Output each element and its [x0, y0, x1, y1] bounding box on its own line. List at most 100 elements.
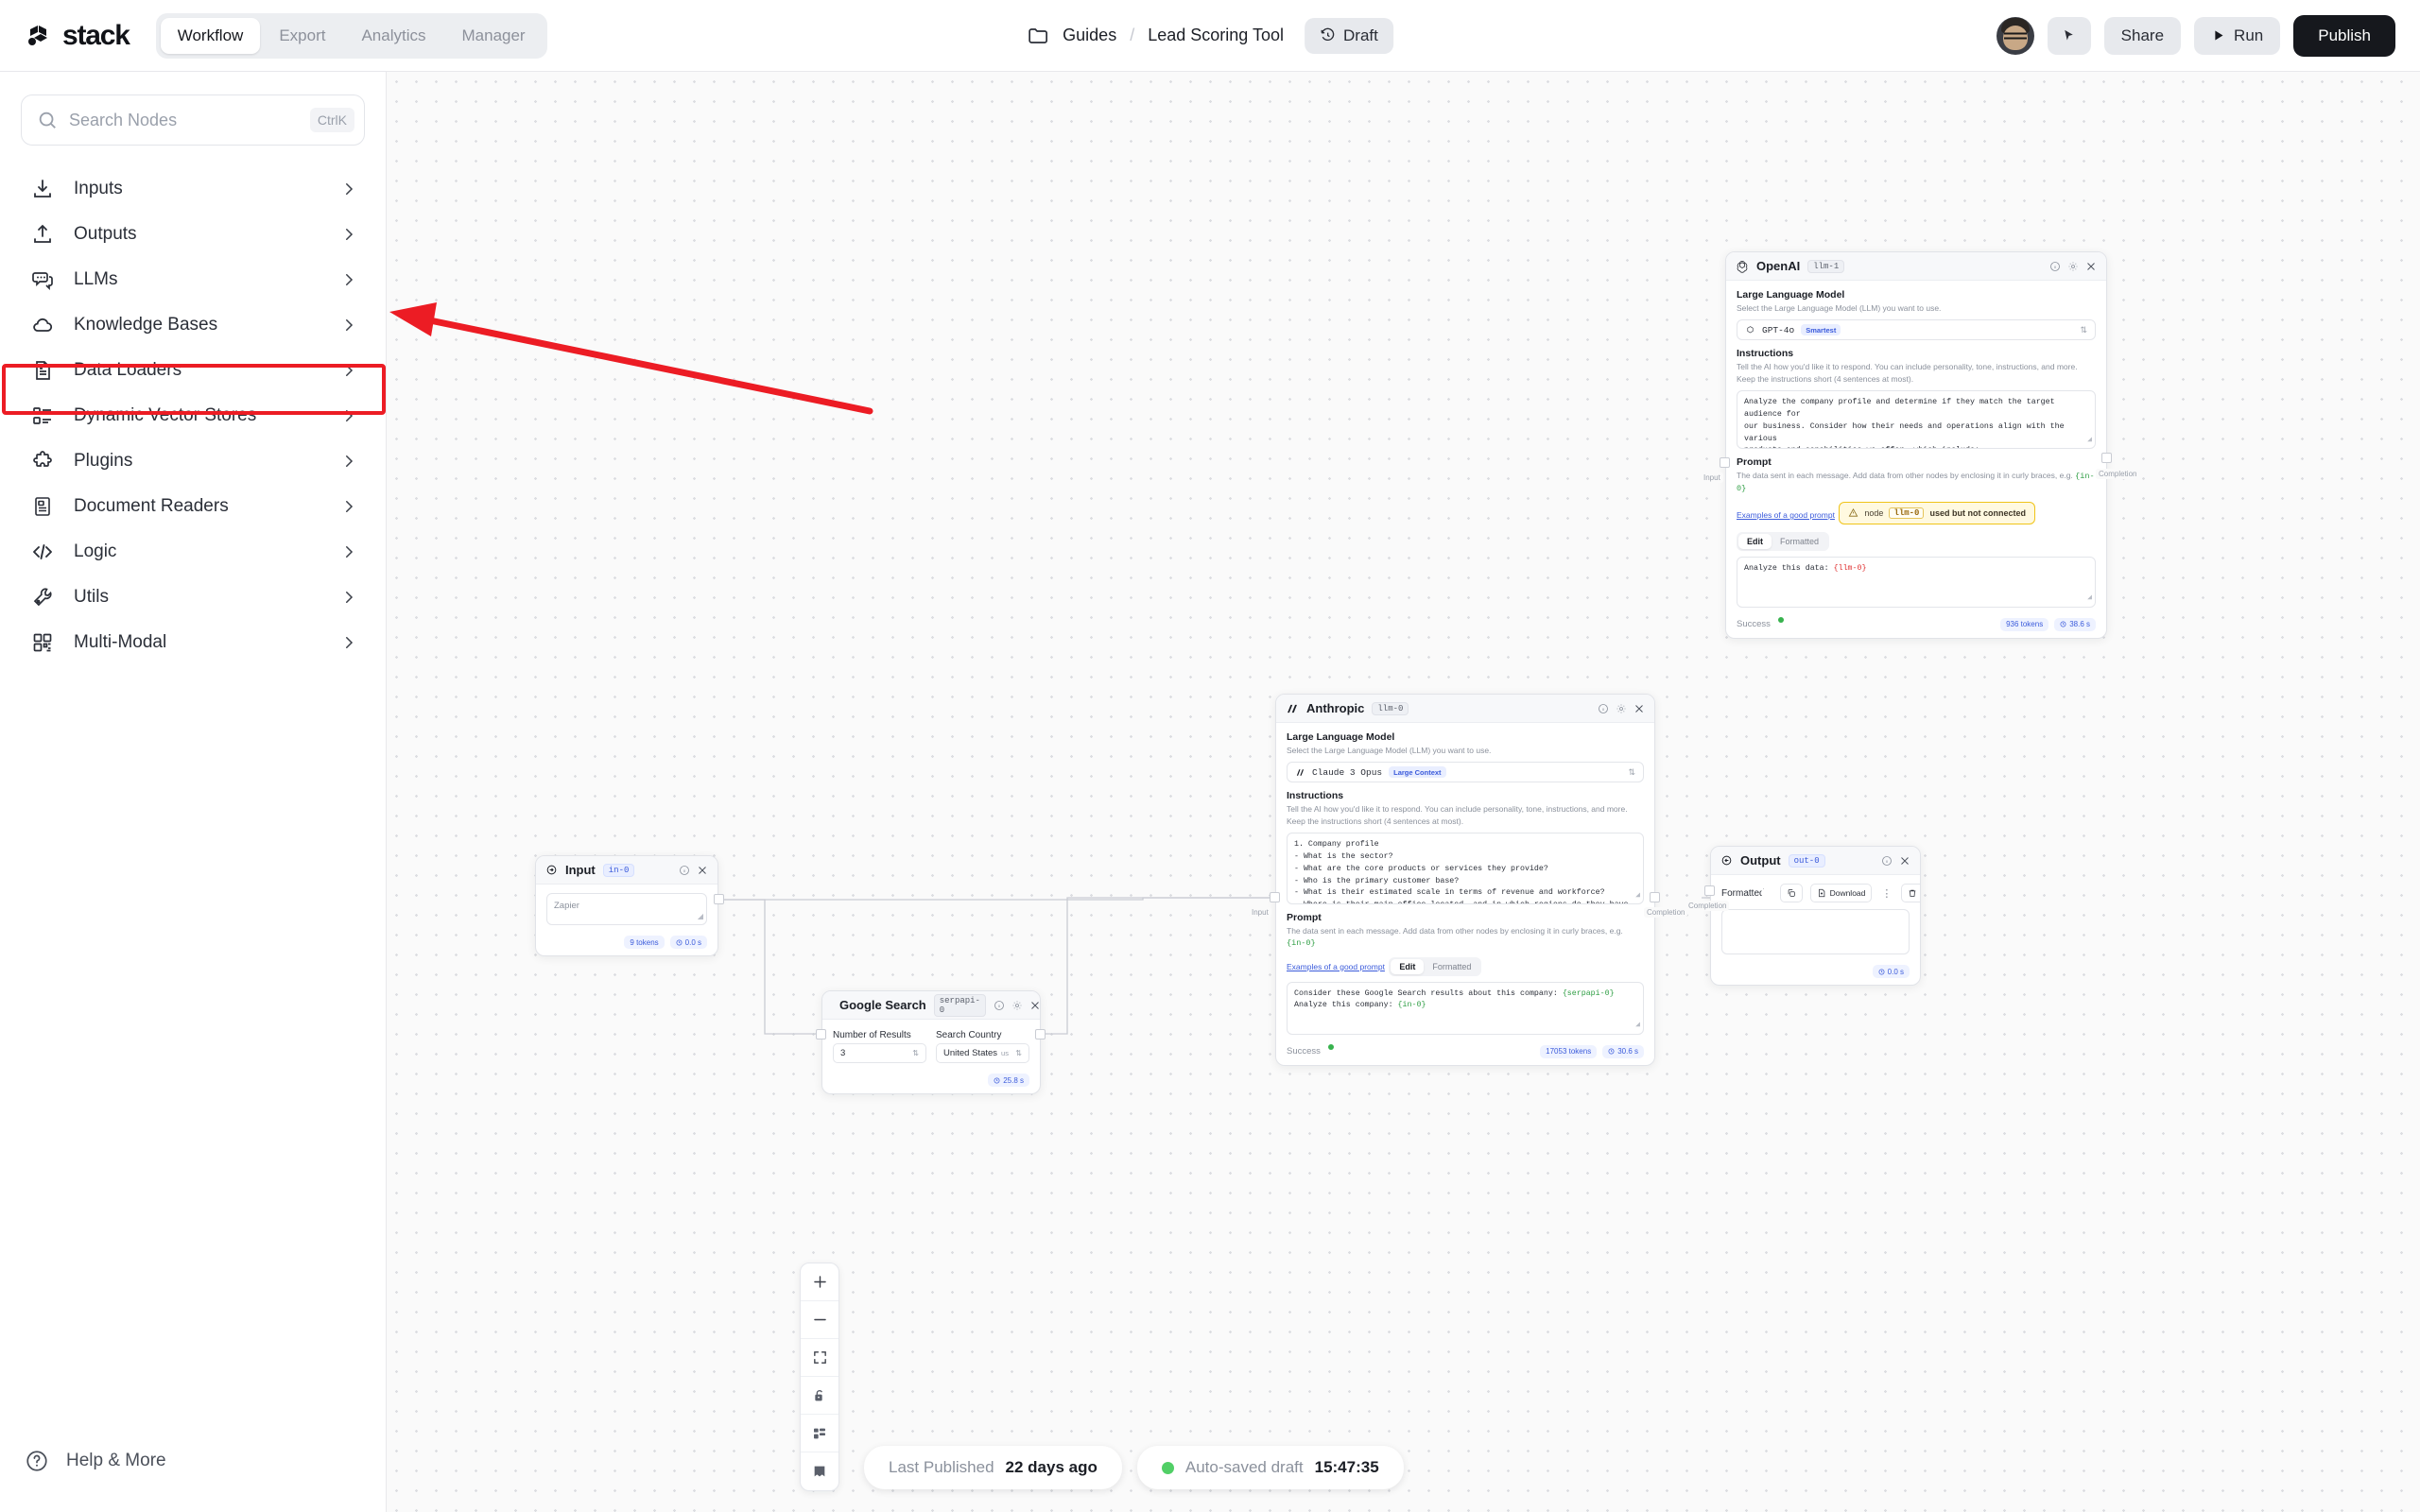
close-icon[interactable] — [1634, 703, 1645, 714]
search-nodes-field[interactable]: CtrlK — [21, 94, 365, 146]
sidebar-item-dynamic-vector-stores[interactable]: Dynamic Vector Stores — [13, 393, 372, 438]
node-header[interactable]: OpenAI llm-1 — [1726, 252, 2106, 281]
clear-button[interactable]: Clear — [1901, 884, 1920, 902]
sidebar-item-llms[interactable]: LLMs — [13, 257, 372, 302]
prompt-examples-link[interactable]: Examples of a good prompt — [1287, 962, 1385, 971]
tab-formatted[interactable]: Formatted — [1424, 959, 1479, 974]
output-result-area[interactable] — [1721, 909, 1910, 954]
google-search-input-port[interactable] — [816, 1029, 826, 1040]
run-button[interactable]: Run — [2194, 16, 2281, 55]
node-google-search[interactable]: Google Search serpapi-0 Number of Result… — [821, 990, 1041, 1094]
instructions-title: Instructions — [1737, 348, 1794, 360]
sidebar-item-multi-modal[interactable]: Multi-Modal — [13, 620, 372, 665]
kebab-icon[interactable]: ⋮ — [1879, 887, 1893, 900]
tab-manager[interactable]: Manager — [445, 18, 543, 54]
zoom-in-button[interactable] — [801, 1263, 838, 1301]
input-output-port[interactable] — [714, 894, 724, 904]
sidebar-item-data-loaders[interactable]: Data Loaders — [13, 348, 372, 393]
openai-output-port[interactable] — [2101, 453, 2112, 463]
model-select[interactable]: GPT-4o Smartest ⇅ — [1737, 319, 2096, 341]
close-icon[interactable] — [1899, 855, 1910, 867]
lock-canvas-button[interactable] — [801, 1377, 838, 1415]
instructions-textarea[interactable]: 1. Company profile - What is the sector?… — [1287, 832, 1644, 904]
prompt-textarea[interactable]: Consider these Google Search results abo… — [1287, 981, 1644, 1035]
draft-status-button[interactable]: Draft — [1305, 17, 1393, 54]
model-select[interactable]: Claude 3 Opus Large Context ⇅ — [1287, 762, 1644, 783]
minimap-button[interactable] — [801, 1452, 838, 1490]
output-input-port[interactable] — [1704, 885, 1715, 896]
chevron-right-icon — [346, 183, 354, 195]
help-and-more-button[interactable]: Help & More — [0, 1410, 387, 1512]
sidebar-item-logic[interactable]: Logic — [13, 529, 372, 575]
anthropic-output-port[interactable] — [1650, 892, 1660, 902]
instructions-textarea[interactable]: Analyze the company profile and determin… — [1737, 389, 2096, 449]
zoom-out-button[interactable] — [801, 1301, 838, 1339]
node-header[interactable]: Input in-0 — [536, 856, 717, 885]
sidebar-item-plugins[interactable]: Plugins — [13, 438, 372, 484]
brand-logo-group[interactable]: stack — [25, 20, 130, 52]
sidebar-item-inputs[interactable]: Inputs — [13, 166, 372, 212]
node-header[interactable]: Google Search serpapi-0 — [822, 991, 1040, 1020]
workflow-canvas[interactable]: OpenAI llm-1 Large Language Model Select… — [387, 72, 2420, 1512]
info-icon[interactable] — [679, 865, 690, 876]
node-header[interactable]: Output out-0 — [1711, 847, 1920, 875]
canvas-status-bar: Last Published 22 days ago Auto-saved dr… — [864, 1446, 1404, 1489]
gear-icon[interactable] — [1616, 703, 1627, 714]
breadcrumb-parent[interactable]: Guides — [1063, 26, 1116, 45]
search-country-select[interactable]: United States us ⇅ — [936, 1043, 1029, 1063]
share-button[interactable]: Share — [2103, 16, 2182, 55]
info-icon[interactable] — [1598, 703, 1609, 714]
download-button[interactable]: Download — [1809, 884, 1873, 902]
node-title: Google Search — [839, 998, 926, 1012]
auto-layout-button[interactable] — [801, 1415, 838, 1452]
resize-handle-icon[interactable]: ◢ — [2087, 435, 2092, 446]
prompt-value-token: {llm-0} — [1833, 563, 1867, 573]
breadcrumb: Guides / Lead Scoring Tool Draft — [1027, 17, 1393, 54]
publish-button[interactable]: Publish — [2293, 14, 2395, 57]
sidebar-item-knowledge-bases[interactable]: Knowledge Bases — [13, 302, 372, 348]
prompt-examples-link[interactable]: Examples of a good prompt — [1737, 510, 1835, 520]
tab-analytics[interactable]: Analytics — [344, 18, 442, 54]
avatar[interactable] — [1996, 16, 2034, 55]
anthropic-input-port[interactable] — [1270, 892, 1280, 902]
node-output[interactable]: Output out-0 Formatted Download ⋮ 0.0 s — [1710, 846, 1921, 986]
input-textarea[interactable]: Zapier ◢ — [546, 893, 707, 925]
info-icon[interactable] — [2049, 261, 2061, 272]
openai-input-port-label: Input — [1701, 472, 1723, 483]
sidebar-item-document-readers[interactable]: Document Readers — [13, 484, 372, 529]
google-search-output-port[interactable] — [1035, 1029, 1046, 1040]
node-openai[interactable]: OpenAI llm-1 Large Language Model Select… — [1725, 251, 2107, 639]
search-country-field: Search Country United States us ⇅ — [936, 1030, 1029, 1063]
number-of-results-input[interactable]: 3 ⇅ — [833, 1043, 926, 1063]
resize-handle-icon[interactable]: ◢ — [1635, 1020, 1640, 1031]
sidebar-item-label: LLMs — [74, 269, 118, 289]
resize-handle-icon[interactable]: ◢ — [2087, 593, 2092, 604]
info-icon[interactable] — [994, 1000, 1005, 1011]
cursor-mode-button[interactable] — [2047, 16, 2091, 55]
tab-formatted[interactable]: Formatted — [1772, 534, 1827, 549]
fit-view-button[interactable] — [801, 1339, 838, 1377]
close-icon[interactable] — [1029, 1000, 1041, 1011]
breadcrumb-current[interactable]: Lead Scoring Tool — [1148, 26, 1284, 45]
prompt-textarea[interactable]: Analyze this data: {llm-0} ◢ — [1737, 556, 2096, 608]
node-anthropic[interactable]: Anthropic llm-0 Large Language Model Sel… — [1275, 694, 1655, 1066]
gear-icon[interactable] — [2067, 261, 2079, 272]
copy-button[interactable] — [1779, 884, 1803, 902]
resize-handle-icon[interactable]: ◢ — [1635, 890, 1640, 902]
close-icon[interactable] — [697, 865, 708, 876]
tab-workflow[interactable]: Workflow — [160, 17, 261, 54]
search-input[interactable] — [69, 110, 310, 130]
tab-export[interactable]: Export — [262, 18, 342, 54]
node-input[interactable]: Input in-0 Zapier ◢ 9 tokens 0.0 s — [535, 855, 718, 956]
close-icon[interactable] — [2085, 261, 2097, 272]
time-badge: 25.8 s — [988, 1074, 1029, 1087]
info-icon[interactable] — [1881, 855, 1893, 867]
gear-icon[interactable] — [1011, 1000, 1023, 1011]
tab-edit[interactable]: Edit — [1738, 533, 1772, 549]
resize-handle-icon[interactable]: ◢ — [698, 911, 703, 922]
tab-edit[interactable]: Edit — [1391, 958, 1425, 974]
sidebar-item-utils[interactable]: Utils — [13, 575, 372, 620]
openai-input-port[interactable] — [1720, 457, 1730, 468]
node-header[interactable]: Anthropic llm-0 — [1276, 695, 1654, 723]
sidebar-item-outputs[interactable]: Outputs — [13, 212, 372, 257]
